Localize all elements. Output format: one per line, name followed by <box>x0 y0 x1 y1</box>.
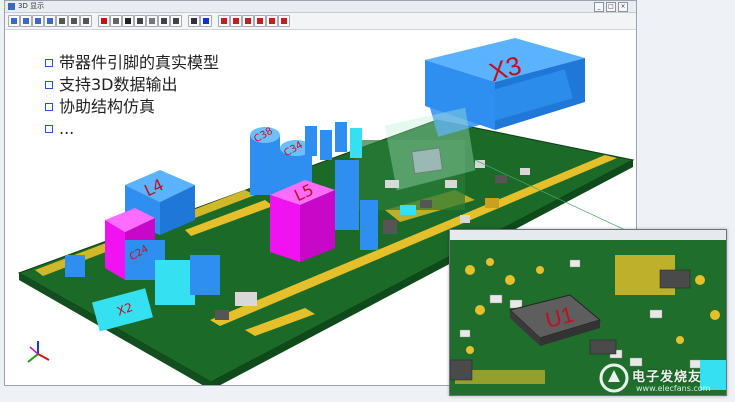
minimize-button[interactable]: _ <box>594 2 604 12</box>
shade-icon <box>125 18 131 24</box>
export-button[interactable] <box>278 15 290 27</box>
color-blue-icon <box>203 18 209 24</box>
view-box-button[interactable] <box>110 15 122 27</box>
save-button[interactable] <box>188 15 200 27</box>
feature-list: 带器件引脚的真实模型 支持3D数据输出 协助结构仿真 ... <box>45 52 219 140</box>
zoom-out-icon <box>23 18 29 24</box>
save-icon <box>191 18 197 24</box>
select-button[interactable] <box>68 15 80 27</box>
pan-icon <box>59 18 65 24</box>
right-view-button[interactable] <box>254 15 266 27</box>
iso-view-icon <box>269 18 275 24</box>
zoom-window-icon <box>35 18 41 24</box>
top-view-button[interactable] <box>158 15 170 27</box>
light-icon <box>149 18 155 24</box>
feature-item: 带器件引脚的真实模型 <box>45 52 219 74</box>
watermark-logo-icon <box>599 363 629 393</box>
close-button[interactable]: × <box>618 2 628 12</box>
zoom-fit-button[interactable] <box>44 15 56 27</box>
bottom-view-button[interactable] <box>170 15 182 27</box>
zoom-window-button[interactable] <box>32 15 44 27</box>
bullet-box-icon <box>45 103 53 111</box>
axis-triad-icon <box>27 341 50 363</box>
front-view-icon <box>221 18 227 24</box>
feature-item: ... <box>45 118 219 140</box>
title-bar: 3D 显示 _ □ × <box>5 1 636 13</box>
select-icon <box>71 18 77 24</box>
app-icon <box>8 3 15 10</box>
color-blue-button[interactable] <box>200 15 212 27</box>
zoom-out-button[interactable] <box>20 15 32 27</box>
feature-item: 协助结构仿真 <box>45 96 219 118</box>
bottom-view-icon <box>173 18 179 24</box>
left-view-button[interactable] <box>242 15 254 27</box>
maximize-button[interactable]: □ <box>606 2 616 12</box>
bullet-box-icon <box>45 81 53 89</box>
zoom-in-button[interactable] <box>8 15 20 27</box>
back-view-icon <box>233 18 239 24</box>
rotate-button[interactable] <box>80 15 92 27</box>
toolbar <box>5 13 636 30</box>
iso-view-button[interactable] <box>266 15 278 27</box>
light-button[interactable] <box>146 15 158 27</box>
bullet-box-icon <box>45 125 53 133</box>
watermark-url: www.elecfans.com <box>636 384 711 393</box>
top-view-icon <box>161 18 167 24</box>
watermark: 电子发烧友 www.elecfans.com <box>596 360 726 396</box>
shade-button[interactable] <box>122 15 134 27</box>
wire-button[interactable] <box>134 15 146 27</box>
zoom-fit-icon <box>47 18 53 24</box>
feature-item: 支持3D数据输出 <box>45 74 219 96</box>
right-view-icon <box>257 18 263 24</box>
export-icon <box>281 18 287 24</box>
rotate-icon <box>83 18 89 24</box>
color-red-icon <box>101 18 107 24</box>
zoom-in-icon <box>11 18 17 24</box>
left-view-icon <box>245 18 251 24</box>
watermark-title: 电子发烧友 <box>632 370 703 385</box>
bullet-box-icon <box>45 59 53 67</box>
color-red-button[interactable] <box>98 15 110 27</box>
view-box-icon <box>113 18 119 24</box>
pan-button[interactable] <box>56 15 68 27</box>
back-view-button[interactable] <box>230 15 242 27</box>
wire-icon <box>137 18 143 24</box>
window-title: 3D 显示 <box>18 2 45 10</box>
front-view-button[interactable] <box>218 15 230 27</box>
